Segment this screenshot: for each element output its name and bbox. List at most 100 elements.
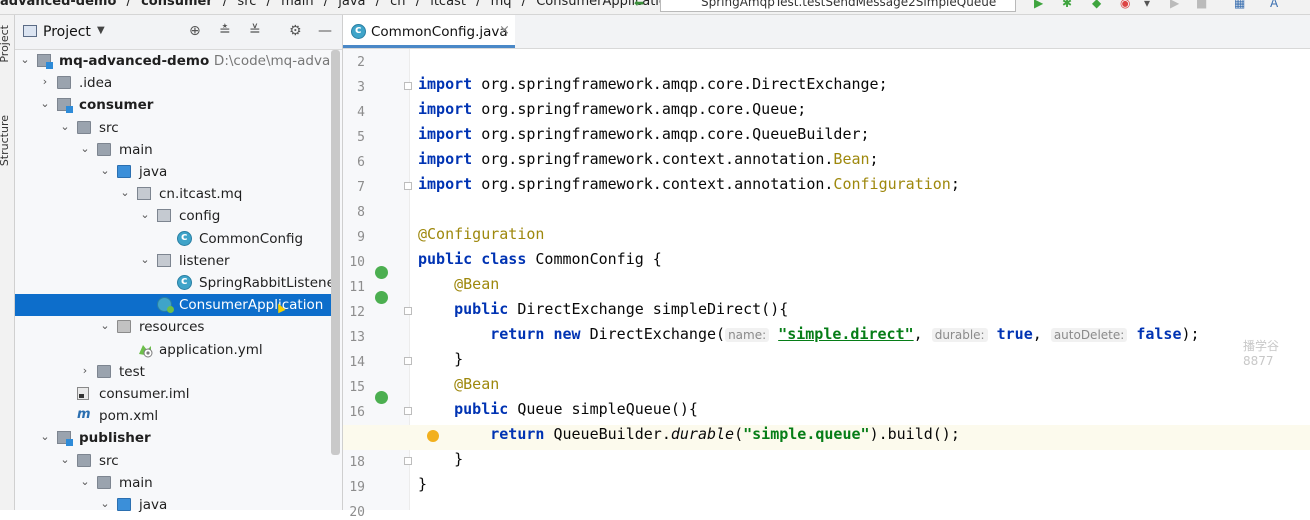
close-icon[interactable]: × [499, 23, 510, 38]
tree-item[interactable]: ⌄ resources [15, 316, 331, 338]
tree-item[interactable]: consumer.iml [15, 383, 331, 405]
tree-item[interactable]: ⌄ cn.itcast.mq [15, 183, 331, 205]
chevron-down-icon[interactable]: ▼ [97, 25, 105, 36]
chevron-right-icon[interactable]: › [79, 364, 91, 377]
tree-item-label: consumer.iml [99, 386, 190, 402]
tree-item-label: java [139, 164, 168, 180]
chevron-down-icon[interactable]: ⌄ [99, 497, 111, 510]
tree-item[interactable]: ⌄ main [15, 139, 331, 161]
collapse-all-icon[interactable]: ≚ [249, 23, 261, 39]
project-tool-button[interactable]: Project [0, 25, 11, 63]
gear-icon[interactable]: ⚙ [289, 23, 302, 39]
chevron-down-icon[interactable]: ⌄ [99, 319, 111, 332]
debug-icon[interactable]: ✱ [1062, 0, 1072, 10]
tree-item[interactable]: m pom.xml [15, 405, 331, 427]
chevron-down-icon[interactable]: ⌄ [59, 120, 71, 133]
breadcrumb-item[interactable]: itcast [430, 0, 466, 9]
folder-icon [77, 453, 91, 467]
parameter-hint: durable: [931, 328, 988, 342]
tree-item[interactable]: ⌄ main [15, 472, 331, 494]
locate-icon[interactable]: ⊕ [189, 23, 201, 39]
class-icon [177, 230, 192, 246]
tree-item[interactable]: › .idea [15, 72, 331, 94]
tree-item[interactable]: SpringRabbitListener [15, 272, 331, 294]
tree-item[interactable]: CommonConfig [15, 228, 331, 250]
breadcrumb-item[interactable]: main [281, 0, 313, 9]
chevron-down-icon[interactable]: ⌄ [99, 164, 111, 177]
chevron-down-icon[interactable]: ⌄ [139, 253, 151, 266]
translate-icon[interactable]: A [1270, 0, 1278, 10]
breadcrumb-item[interactable]: cn [390, 0, 405, 9]
fold-icon[interactable] [404, 407, 412, 415]
chevron-down-icon[interactable]: ⌄ [59, 453, 71, 466]
tree-item[interactable]: ⌄ java [15, 161, 331, 183]
fold-icon[interactable] [404, 457, 412, 465]
project-panel-title[interactable]: Project [43, 24, 91, 40]
breadcrumb-item[interactable]: src [237, 0, 256, 9]
line-number: 12 [349, 305, 365, 320]
code-line: } [454, 450, 464, 468]
code-line: return new DirectExchange(name: "simple.… [490, 325, 1200, 343]
breadcrumb-separator: / [323, 0, 329, 9]
line-number: 13 [349, 330, 365, 345]
run-configuration-select[interactable]: SpringAmqpTest.testSendMessage2SimpleQue… [660, 0, 1016, 12]
back-arrow-icon[interactable]: ⬅ [634, 0, 644, 10]
line-number: 11 [349, 280, 365, 295]
stop-icon[interactable]: ■ [1196, 0, 1207, 10]
tree-item[interactable]: ⌄ consumer [15, 94, 331, 116]
tree-item[interactable]: ⌄ publisher [15, 427, 331, 449]
spring-bean-icon[interactable] [375, 291, 388, 304]
scrollbar[interactable] [331, 50, 340, 455]
structure-tool-button[interactable]: Structure [0, 115, 11, 166]
tree-item[interactable]: ⌄ java [15, 494, 331, 516]
spring-bean-icon[interactable] [375, 266, 388, 279]
step-icon[interactable]: ▶ [1170, 0, 1179, 10]
code-line: @Bean [454, 275, 500, 293]
module-icon [57, 431, 73, 447]
fold-icon[interactable] [404, 357, 412, 365]
code-editor[interactable]: import org.springframework.amqp.core.Dir… [343, 49, 1310, 510]
run-icon[interactable]: ▶ [1034, 0, 1043, 10]
tree-item[interactable]: › test [15, 361, 331, 383]
breadcrumb-item[interactable]: mq [491, 0, 512, 9]
tree-item-label: application.yml [159, 341, 263, 358]
fold-icon[interactable] [404, 82, 412, 90]
breadcrumb-item[interactable]: consumer [141, 0, 213, 9]
tree-item[interactable]: ⌄ listener [15, 250, 331, 272]
coverage-icon[interactable]: ◆ [1092, 0, 1101, 10]
tree-item-label: resources [139, 319, 205, 336]
expand-all-icon[interactable]: ≛ [219, 23, 231, 39]
chevron-down-icon[interactable]: ⌄ [19, 53, 31, 66]
breadcrumb-item[interactable]: ConsumerApplication [536, 0, 675, 9]
tree-item[interactable]: ⌄ src [15, 117, 331, 139]
profile-icon[interactable]: ◉ [1120, 0, 1130, 10]
chevron-down-icon[interactable]: ⌄ [79, 142, 91, 155]
minimize-icon[interactable]: — [318, 23, 332, 39]
fold-icon[interactable] [404, 307, 412, 315]
chevron-down-icon[interactable]: ⌄ [139, 208, 151, 221]
tab-commonconfig[interactable]: CommonConfig.java × [343, 15, 515, 48]
chevron-down-icon[interactable]: ⌄ [39, 430, 51, 443]
breadcrumb-item[interactable]: java [338, 0, 365, 9]
tab-label: CommonConfig.java [371, 24, 508, 40]
package-icon [157, 253, 171, 267]
line-number: 6 [357, 155, 365, 170]
tree-item[interactable]: ConsumerApplication [15, 294, 331, 317]
chevron-down-icon[interactable]: ⌄ [39, 97, 51, 110]
spring-bean-icon[interactable] [375, 391, 388, 404]
code-line: } [454, 350, 464, 368]
breadcrumb-item[interactable]: advanced-demo [0, 0, 116, 9]
fold-icon[interactable] [404, 182, 412, 190]
tree-item[interactable]: application.yml [15, 339, 331, 361]
tree-item[interactable]: ⌄ mq-advanced-demo D:\code\mq-advanced-de [15, 50, 331, 72]
chevron-down-icon[interactable]: ▾ [1144, 0, 1150, 10]
line-number: 10 [349, 255, 365, 270]
chevron-down-icon[interactable]: ⌄ [79, 475, 91, 488]
layout-icon[interactable]: ▦ [1234, 0, 1245, 10]
tree-item[interactable]: ⌄ config [15, 205, 331, 227]
tree-item-label: publisher [79, 430, 151, 447]
chevron-right-icon[interactable]: › [39, 75, 51, 88]
breadcrumb: advanced-demo / consumer / src / main / … [0, 0, 681, 9]
chevron-down-icon[interactable]: ⌄ [119, 186, 131, 199]
tree-item[interactable]: ⌄ src [15, 450, 331, 472]
